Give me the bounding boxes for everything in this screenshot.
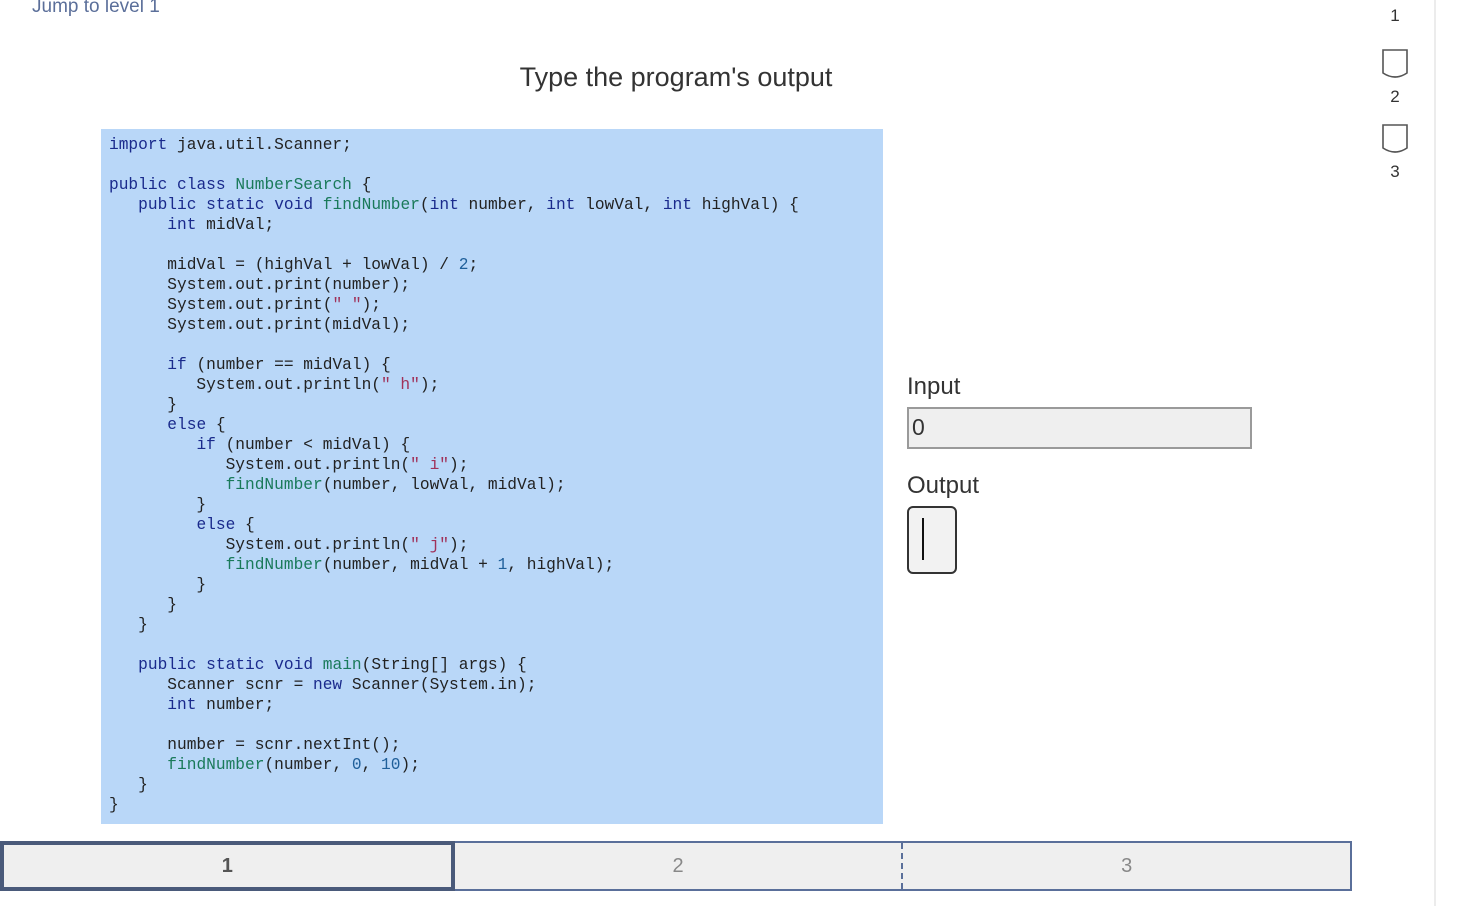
code-line: import java.util.Scanner; (109, 136, 352, 154)
page-title: Type the program's output (519, 62, 833, 92)
level-item-2[interactable]: 2 (1375, 49, 1415, 107)
code-line: ​ (109, 715, 883, 735)
code-line: System.out.println(" j"); (109, 536, 469, 554)
level-badge-icon (1382, 49, 1408, 78)
code-line: ​ (109, 635, 883, 655)
step-1[interactable]: 1 (0, 841, 455, 891)
code-line: else { (167, 416, 226, 434)
output-field[interactable] (907, 506, 957, 574)
code-line: } (109, 496, 207, 514)
code-line: findNumber(number, 0, 10); (167, 756, 420, 774)
code-line: public static void findNumber(int number… (138, 196, 799, 214)
code-line: midVal = (highVal + lowVal) / 2; (109, 256, 479, 274)
code-line: } (109, 796, 119, 814)
input-field: 0 (907, 407, 1252, 449)
code-line: int number; (167, 696, 275, 714)
code-line: System.out.print(number); (109, 276, 411, 294)
level-item-3[interactable]: 3 (1375, 124, 1415, 182)
input-label: Input (907, 373, 961, 400)
code-line: } (109, 776, 148, 794)
code-line: System.out.println(" h"); (109, 376, 440, 394)
output-label: Output (907, 472, 980, 499)
jump-to-level-link[interactable]: Jump to level 1 (32, 0, 160, 18)
code-line: else { (196, 516, 255, 534)
code-line: } (109, 616, 148, 634)
code-line: } (109, 596, 177, 614)
code-line: number = scnr.nextInt(); (109, 736, 401, 754)
code-line: } (109, 576, 207, 594)
code-line: int midVal; (167, 216, 275, 234)
level-number: 2 (1390, 87, 1400, 106)
level-number: 3 (1390, 162, 1400, 181)
code-line: findNumber(number, lowVal, midVal); (225, 476, 566, 494)
code-line: Scanner scnr = new Scanner(System.in); (109, 676, 537, 694)
text-caret (922, 518, 924, 560)
code-line: findNumber(number, midVal + 1, highVal); (225, 556, 615, 574)
code-line: System.out.println(" i"); (109, 456, 469, 474)
sidebar-divider (1434, 0, 1436, 906)
code-line: if (number < midVal) { (196, 436, 411, 454)
step-2[interactable]: 2 (455, 843, 902, 889)
step-progress-bar: 1 2 3 (0, 841, 1352, 891)
code-line: public class NumberSearch { (109, 176, 372, 194)
level-number: 1 (1390, 6, 1400, 25)
code-line: ​ (109, 335, 883, 355)
step-3[interactable]: 3 (901, 843, 1350, 889)
code-panel: import java.util.Scanner;​public class N… (101, 129, 883, 824)
code-line: ​ (109, 155, 883, 175)
code-line: ​ (109, 235, 883, 255)
level-badge-icon (1382, 124, 1408, 153)
code-line: System.out.print(" "); (109, 296, 382, 314)
code-line: } (109, 396, 177, 414)
program-code: import java.util.Scanner;​public class N… (101, 129, 883, 815)
code-line: System.out.print(midVal); (109, 316, 411, 334)
code-line: if (number == midVal) { (167, 356, 391, 374)
code-line: public static void main(String[] args) { (138, 656, 527, 674)
level-item-1[interactable]: 1 (1375, 0, 1415, 26)
